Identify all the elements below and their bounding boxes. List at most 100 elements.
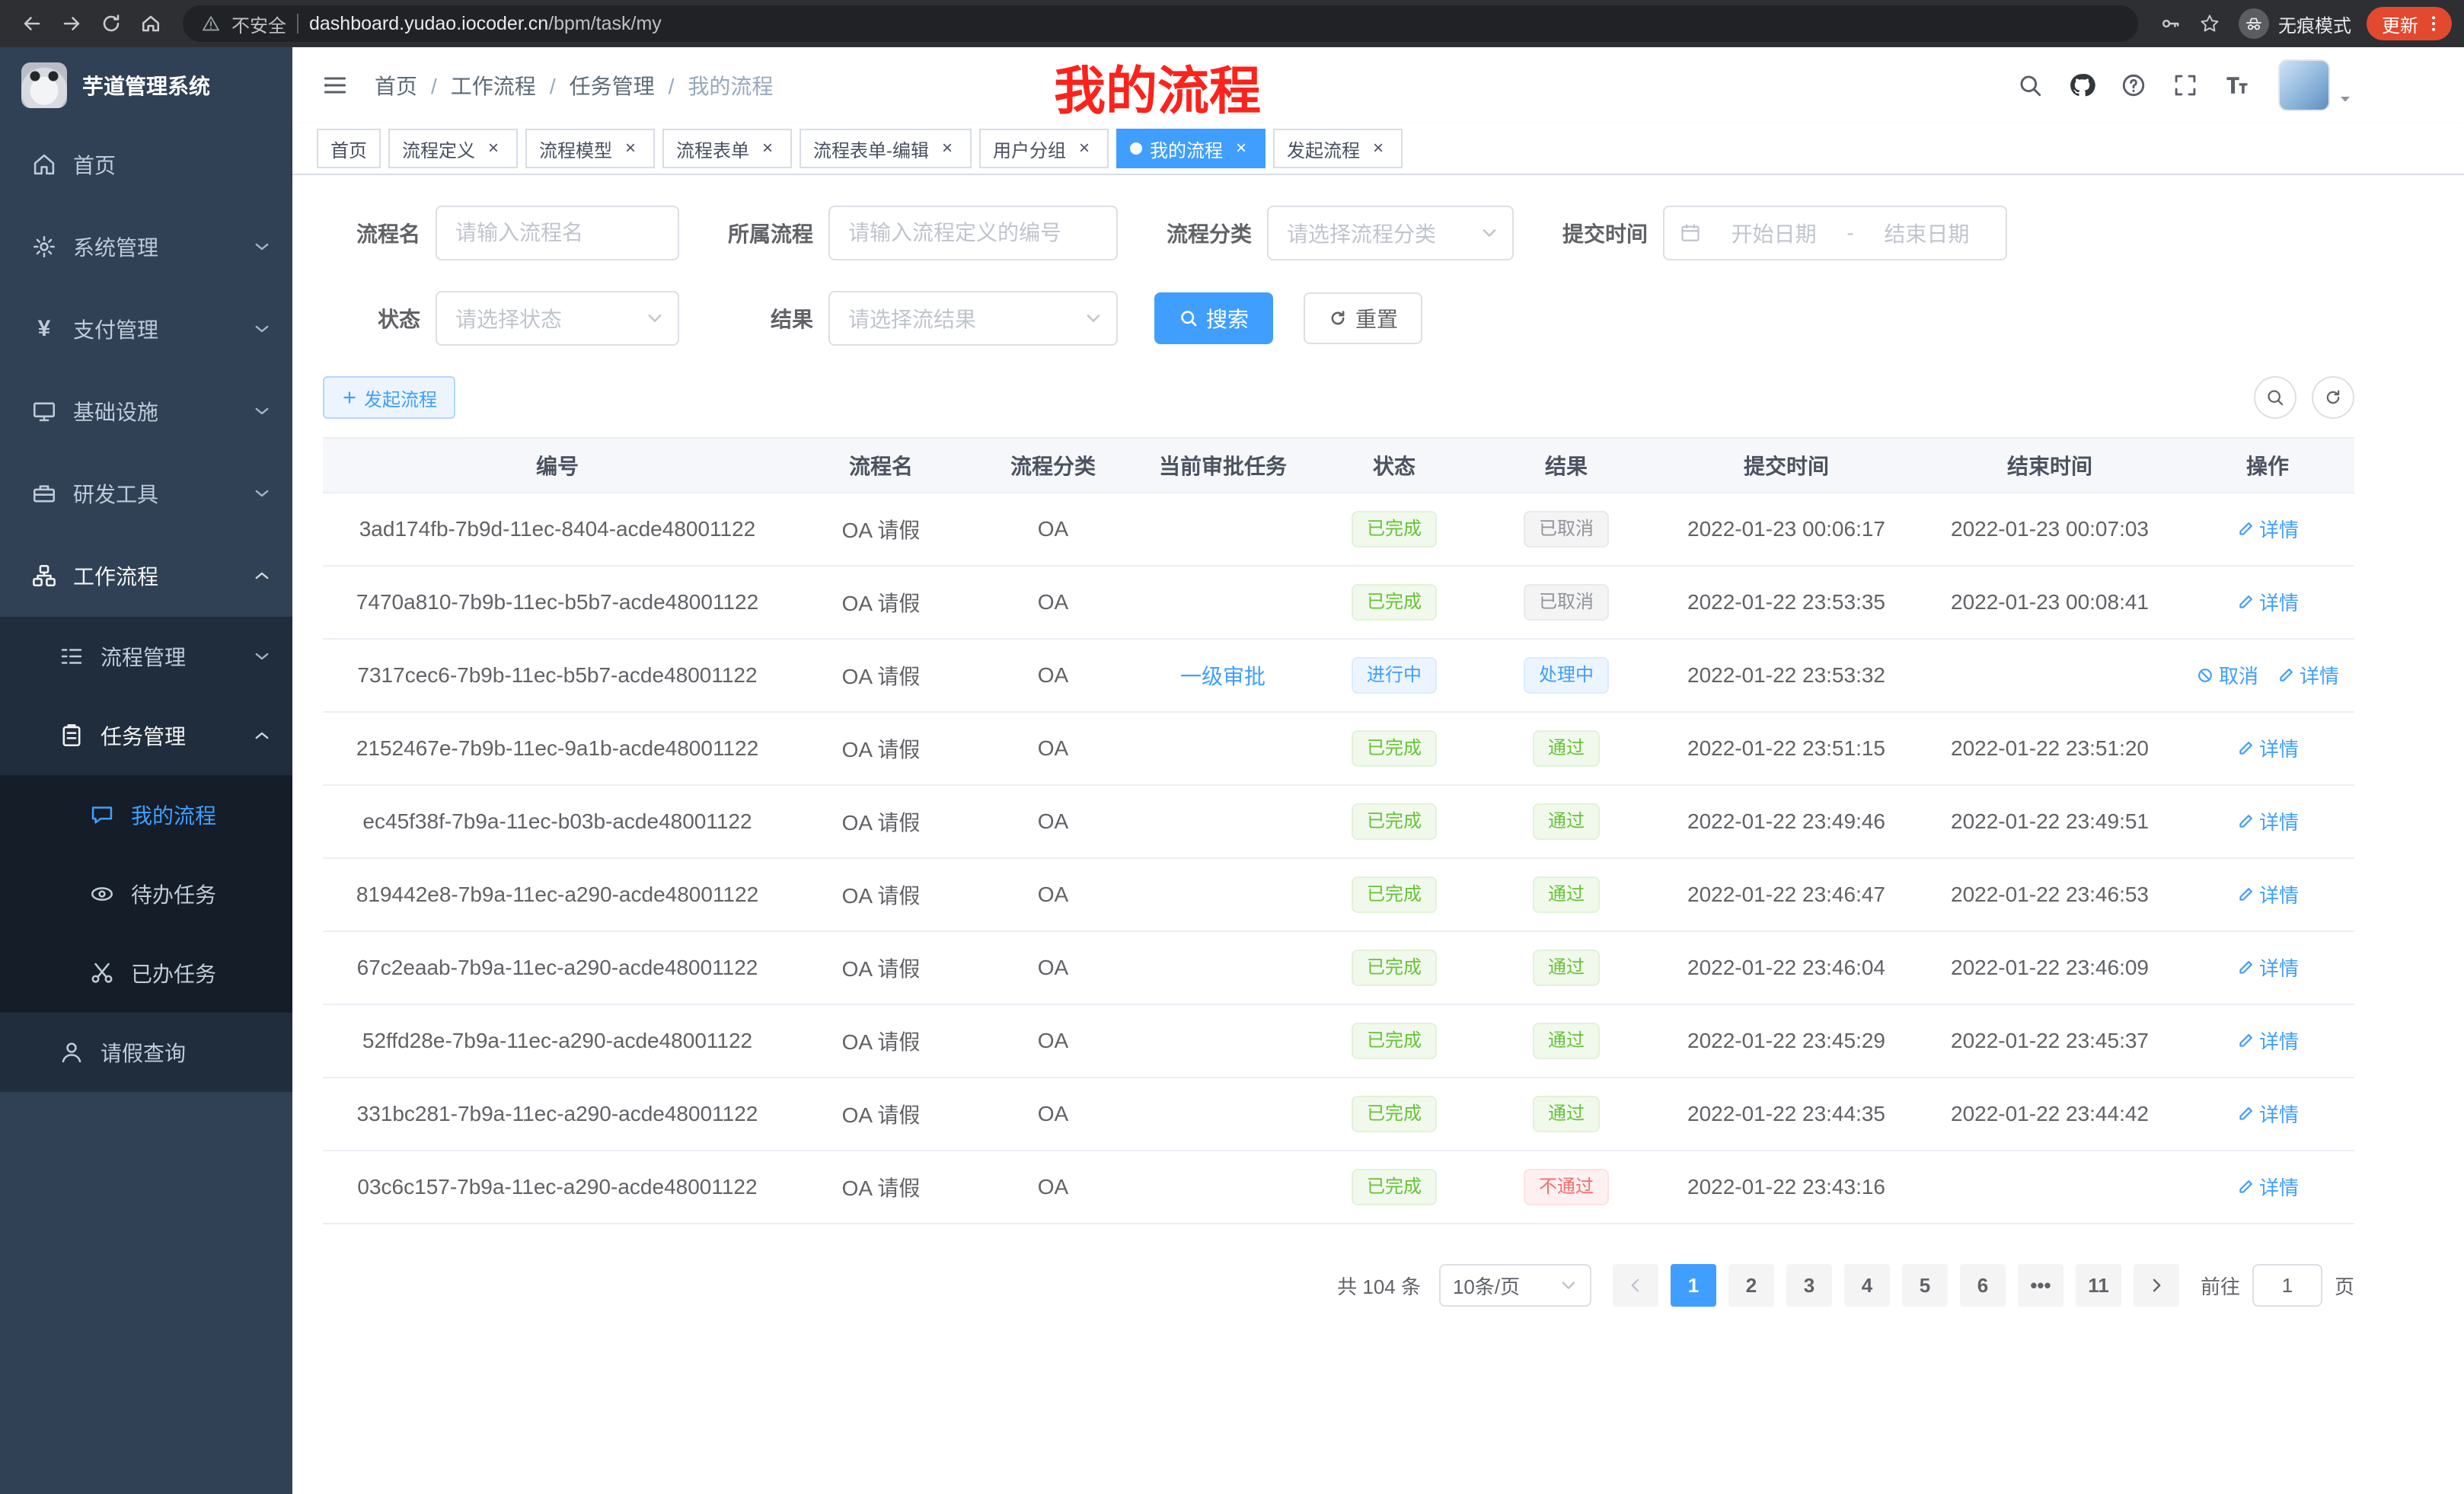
sidebar-item-done-task[interactable]: 已办任务 bbox=[0, 934, 292, 1013]
refresh-table-button[interactable] bbox=[2312, 376, 2354, 419]
detail-link[interactable]: 详情 bbox=[2236, 880, 2299, 908]
tag-chip[interactable]: 流程模型 × bbox=[525, 129, 655, 168]
close-icon[interactable]: × bbox=[483, 138, 504, 159]
update-button[interactable]: 更新 bbox=[2367, 7, 2452, 40]
close-icon[interactable]: × bbox=[1074, 138, 1095, 159]
breadcrumb-item[interactable]: 首页 bbox=[375, 70, 417, 101]
tag-chip[interactable]: 我的流程 × bbox=[1116, 129, 1266, 168]
sidebar-item-system[interactable]: 系统管理 bbox=[0, 206, 292, 288]
cell-status: 已完成 bbox=[1310, 1169, 1479, 1205]
tag-chip[interactable]: 首页 × bbox=[317, 129, 381, 168]
sidebar-item-my-process[interactable]: 我的流程 bbox=[0, 775, 292, 854]
github-button[interactable] bbox=[2059, 62, 2105, 108]
page-number-button[interactable]: ••• bbox=[2018, 1264, 2063, 1307]
close-icon[interactable]: × bbox=[1230, 138, 1252, 159]
address-bar[interactable]: 不安全 dashboard.yudao.iocoder.cn/bpm/task/… bbox=[183, 5, 2138, 42]
back-button[interactable] bbox=[12, 4, 52, 43]
cell-end-time: 2022-01-22 23:46:53 bbox=[1919, 883, 2181, 907]
cell-category: OA bbox=[970, 736, 1136, 761]
breadcrumb-item[interactable]: 工作流程 bbox=[417, 70, 536, 101]
table-row: 03c6c157-7b9a-11ec-a290-acde48001122 OA … bbox=[323, 1151, 2354, 1224]
detail-link[interactable]: 详情 bbox=[2236, 953, 2299, 982]
app-logo[interactable]: 芋道管理系统 bbox=[0, 47, 292, 123]
prev-page-button[interactable] bbox=[1613, 1264, 1658, 1307]
sidebar-item-payment[interactable]: ¥ 支付管理 bbox=[0, 288, 292, 370]
detail-link[interactable]: 详情 bbox=[2236, 1026, 2299, 1055]
search-button[interactable]: 搜索 bbox=[1154, 292, 1273, 344]
sidebar-item-process-mgmt[interactable]: 流程管理 bbox=[0, 617, 292, 696]
reset-button[interactable]: 重置 bbox=[1304, 292, 1422, 344]
sidebar-item-task-mgmt[interactable]: 任务管理 bbox=[0, 696, 292, 775]
close-icon[interactable]: × bbox=[937, 138, 958, 159]
user-menu[interactable] bbox=[2278, 59, 2354, 111]
chevron-down-icon bbox=[253, 484, 271, 503]
header-search-button[interactable] bbox=[2007, 62, 2053, 108]
owner-process-input[interactable] bbox=[828, 206, 1118, 260]
result-badge: 通过 bbox=[1533, 950, 1600, 986]
detail-link[interactable]: 详情 bbox=[2236, 1100, 2299, 1128]
status-select[interactable]: 请选择状态 bbox=[436, 291, 679, 346]
page-number-button[interactable]: 6 bbox=[1960, 1264, 2006, 1307]
sidebar-item-leave-query[interactable]: 请假查询 bbox=[0, 1013, 292, 1092]
cell-id: 03c6c157-7b9a-11ec-a290-acde48001122 bbox=[323, 1175, 792, 1199]
tag-chip[interactable]: 流程定义 × bbox=[388, 129, 518, 168]
next-page-button[interactable] bbox=[2134, 1264, 2179, 1307]
sidebar-item-devtools[interactable]: 研发工具 bbox=[0, 452, 292, 535]
goto-page-input[interactable] bbox=[2252, 1264, 2322, 1307]
sidebar-item-home[interactable]: 首页 bbox=[0, 123, 292, 206]
page-number-button[interactable]: 2 bbox=[1728, 1264, 1774, 1307]
sidebar-item-todo-task[interactable]: 待办任务 bbox=[0, 854, 292, 934]
caret-down-icon bbox=[1480, 224, 1499, 242]
edit-icon bbox=[2236, 1105, 2255, 1123]
tag-chip[interactable]: 流程表单-编辑 × bbox=[800, 129, 972, 168]
category-select[interactable]: 请选择流程分类 bbox=[1267, 206, 1514, 260]
page-size-select[interactable]: 10条/页 bbox=[1439, 1264, 1591, 1307]
cell-actions: 详情 bbox=[2181, 1173, 2354, 1202]
cell-category: OA bbox=[970, 956, 1136, 980]
sidebar-toggle-button[interactable] bbox=[314, 64, 356, 107]
cell-actions: 详情 bbox=[2181, 588, 2354, 617]
cell-status: 进行中 bbox=[1310, 657, 1479, 694]
password-key-button[interactable] bbox=[2150, 4, 2190, 43]
detail-link[interactable]: 详情 bbox=[2236, 1173, 2299, 1201]
tag-chip[interactable]: 流程表单 × bbox=[662, 129, 792, 168]
browser-home-button[interactable] bbox=[131, 4, 171, 43]
hamburger-icon bbox=[321, 72, 349, 99]
page-number-button[interactable]: 4 bbox=[1844, 1264, 1890, 1307]
cancel-link[interactable]: 取消 bbox=[2196, 661, 2258, 689]
process-name-input[interactable] bbox=[436, 206, 679, 260]
forward-button[interactable] bbox=[52, 4, 91, 43]
font-size-button[interactable] bbox=[2214, 62, 2260, 108]
breadcrumb-item[interactable]: 我的流程 bbox=[655, 70, 774, 101]
sidebar-item-infra[interactable]: 基础设施 bbox=[0, 370, 292, 452]
sidebar-item-workflow[interactable]: 工作流程 bbox=[0, 535, 292, 617]
fullscreen-button[interactable] bbox=[2162, 62, 2208, 108]
detail-link[interactable]: 详情 bbox=[2236, 515, 2299, 543]
detail-link[interactable]: 详情 bbox=[2236, 734, 2299, 762]
close-icon[interactable]: × bbox=[1368, 138, 1389, 159]
page-number-button[interactable]: 11 bbox=[2076, 1264, 2121, 1307]
process-table: 编号流程名流程分类当前审批任务状态结果提交时间结束时间操作 3ad174fb-7… bbox=[323, 437, 2354, 1224]
start-process-button[interactable]: 发起流程 bbox=[323, 376, 455, 419]
page-number-button[interactable]: 1 bbox=[1671, 1264, 1716, 1307]
caret-down-icon bbox=[2336, 90, 2354, 108]
reload-button[interactable] bbox=[91, 4, 131, 43]
close-icon[interactable]: × bbox=[620, 138, 641, 159]
tag-chip[interactable]: 发起流程 × bbox=[1273, 129, 1403, 168]
detail-link[interactable]: 详情 bbox=[2236, 807, 2299, 835]
date-range-picker[interactable]: 开始日期 - 结束日期 bbox=[1663, 206, 2007, 260]
page-number-button[interactable]: 5 bbox=[1902, 1264, 1948, 1307]
result-select[interactable]: 请选择流结果 bbox=[828, 291, 1118, 346]
detail-link[interactable]: 详情 bbox=[2236, 588, 2299, 616]
detail-link[interactable]: 详情 bbox=[2277, 661, 2339, 689]
show-search-button[interactable] bbox=[2254, 376, 2296, 419]
current-task-link[interactable]: 一级审批 bbox=[1180, 660, 1266, 691]
breadcrumb-item[interactable]: 任务管理 bbox=[536, 70, 655, 101]
tag-chip[interactable]: 用户分组 × bbox=[979, 129, 1109, 168]
close-icon[interactable]: × bbox=[757, 138, 778, 159]
table-row: 3ad174fb-7b9d-11ec-8404-acde48001122 OA … bbox=[323, 493, 2354, 567]
page-number-button[interactable]: 3 bbox=[1786, 1264, 1832, 1307]
help-button[interactable] bbox=[2111, 62, 2156, 108]
bookmark-star-button[interactable] bbox=[2190, 4, 2229, 43]
app-title: 芋道管理系统 bbox=[82, 70, 210, 101]
